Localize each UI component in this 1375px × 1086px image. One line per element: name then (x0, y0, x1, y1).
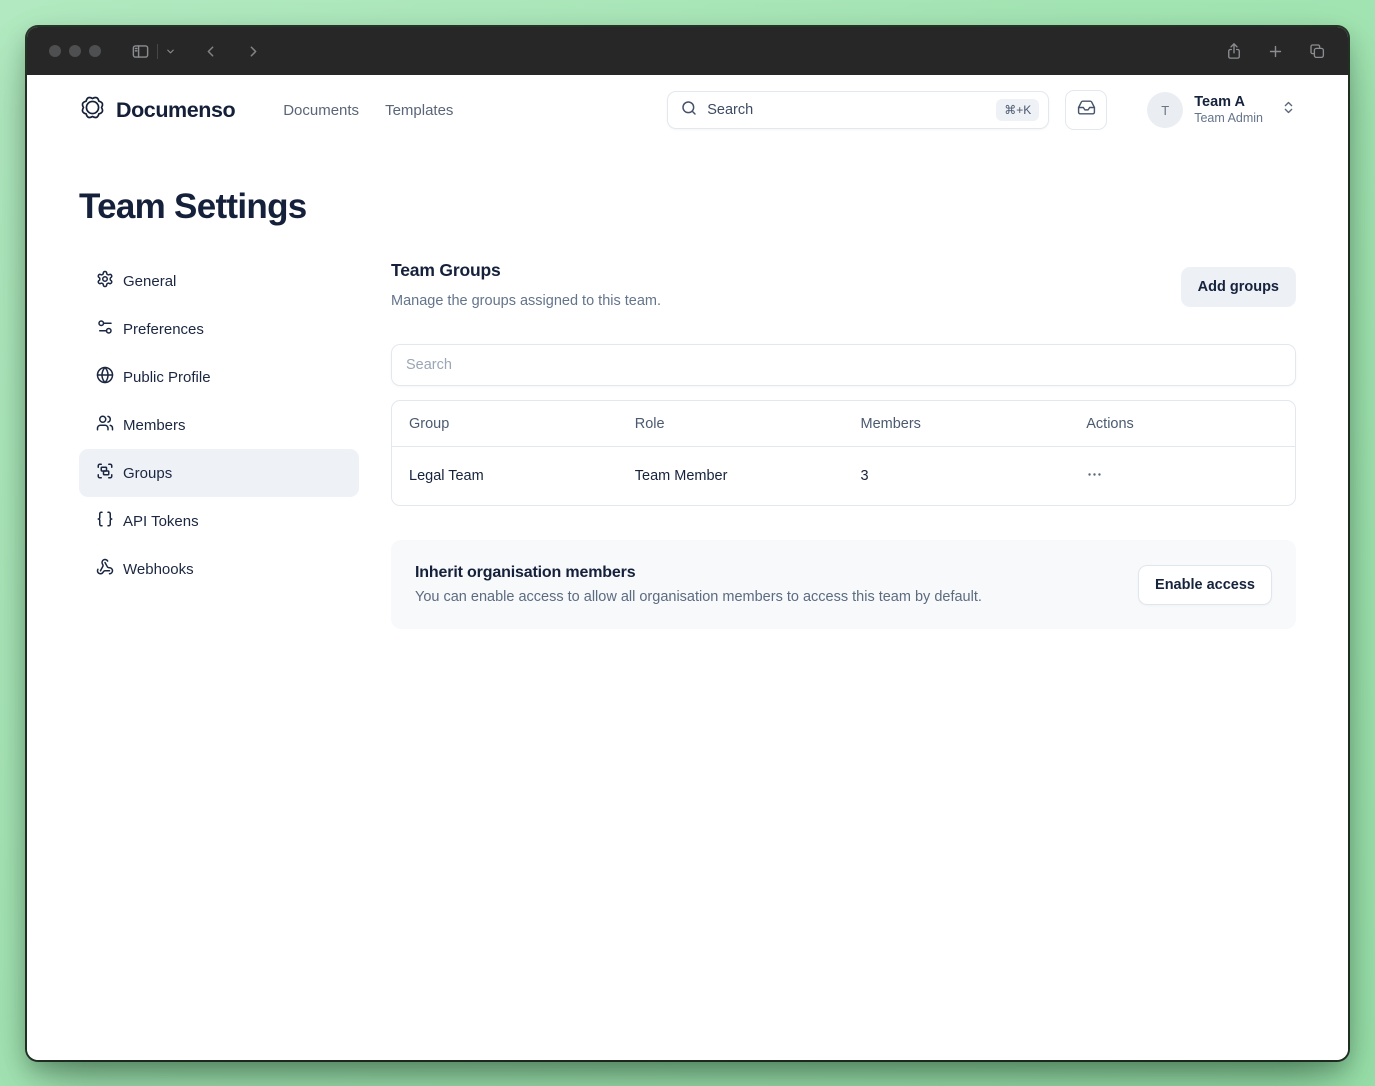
browser-window: Documenso Documents Templates Search ⌘+K… (27, 27, 1348, 1060)
braces-icon (96, 510, 114, 532)
sidebar-item-api-tokens[interactable]: API Tokens (79, 497, 359, 545)
sliders-icon (96, 318, 114, 340)
titlebar-left-tools (131, 42, 262, 61)
search-shortcut-badge: ⌘+K (996, 99, 1040, 121)
add-groups-button[interactable]: Add groups (1180, 267, 1296, 307)
row-actions-button[interactable] (1086, 466, 1278, 487)
sidebar-item-members[interactable]: Members (79, 401, 359, 449)
inherit-card-title: Inherit organisation members (415, 564, 636, 581)
brand-name: Documenso (116, 97, 236, 122)
groups-panel-header: Team Groups Manage the groups assigned t… (391, 257, 1296, 309)
documenso-rosette-icon (79, 94, 106, 126)
column-header-group: Group (409, 415, 450, 432)
account-role: Team Admin (1194, 111, 1263, 126)
chevrons-up-down-icon (1281, 100, 1296, 120)
sidebar-item-label: Webhooks (123, 560, 194, 578)
window-controls (49, 45, 101, 57)
groups-search-input[interactable] (391, 344, 1296, 386)
groups-table: Group Role Members Actions Legal Team Te… (391, 400, 1296, 506)
ellipsis-icon (1086, 466, 1103, 487)
chevron-down-icon[interactable] (165, 46, 176, 57)
share-icon[interactable] (1225, 42, 1243, 60)
inbox-icon (1077, 98, 1096, 122)
sidebar-item-label: Preferences (123, 320, 204, 338)
sidebar-item-preferences[interactable]: Preferences (79, 305, 359, 353)
page-title: Team Settings (79, 187, 307, 226)
sidebar-item-general[interactable]: General (79, 257, 359, 305)
cell-group: Legal Team (409, 468, 484, 484)
titlebar-right-tools (1225, 42, 1326, 60)
sidebar-item-public-profile[interactable]: Public Profile (79, 353, 359, 401)
sidebar-item-label: Members (123, 416, 186, 434)
account-menu[interactable]: T Team A Team Admin (1147, 92, 1296, 128)
avatar: T (1147, 92, 1184, 128)
search-icon (681, 100, 697, 121)
column-header-role: Role (634, 415, 665, 432)
global-search-label: Search (707, 102, 754, 118)
forward-icon[interactable] (245, 43, 262, 60)
inbox-button[interactable] (1065, 90, 1108, 130)
sidebar-item-label: Public Profile (123, 368, 211, 386)
inherit-card-description: You can enable access to allow all organ… (415, 589, 982, 605)
close-window-button[interactable] (49, 45, 61, 57)
column-header-actions: Actions (1086, 415, 1134, 432)
account-name: Team A (1194, 94, 1245, 111)
groups-panel: Team Groups Manage the groups assigned t… (391, 257, 1296, 629)
groups-table-header: Group Role Members Actions (392, 401, 1295, 447)
zoom-window-button[interactable] (89, 45, 101, 57)
enable-access-button[interactable]: Enable access (1138, 564, 1272, 605)
gear-icon (96, 270, 114, 292)
global-search[interactable]: Search ⌘+K (667, 91, 1050, 129)
browser-titlebar (27, 27, 1348, 75)
users-icon (96, 414, 114, 436)
inherit-members-text: Inherit organisation members You can ena… (415, 564, 982, 605)
settings-sidebar: General Preferences Public Profile Membe… (79, 257, 359, 593)
new-tab-icon[interactable] (1267, 43, 1284, 60)
webhook-icon (96, 558, 114, 580)
tab-overview-icon[interactable] (1308, 42, 1326, 60)
sidebar-item-label: General (123, 272, 177, 290)
inherit-members-card: Inherit organisation members You can ena… (391, 540, 1296, 629)
sidebar-item-label: Groups (123, 464, 173, 482)
group-icon (96, 462, 114, 484)
cell-role: Team Member (634, 468, 728, 484)
sidebar-item-groups[interactable]: Groups (79, 449, 359, 497)
nav-documents[interactable]: Documents (283, 102, 359, 119)
sidebar-item-label: API Tokens (123, 512, 199, 530)
account-info: Team A Team Admin (1194, 93, 1263, 127)
column-header-members: Members (860, 415, 921, 432)
cell-members: 3 (860, 468, 869, 484)
nav-templates[interactable]: Templates (385, 102, 453, 119)
section-subtitle: Manage the groups assigned to this team. (391, 293, 662, 309)
app-header: Documenso Documents Templates Search ⌘+K… (27, 75, 1348, 145)
titlebar-separator (157, 43, 158, 59)
sidebar-item-webhooks[interactable]: Webhooks (79, 545, 359, 593)
settings-layout: General Preferences Public Profile Membe… (27, 257, 1348, 629)
primary-nav: Documents Templates (283, 102, 453, 119)
section-title: Team Groups (391, 260, 501, 280)
app-content: Documenso Documents Templates Search ⌘+K… (27, 75, 1348, 1060)
brand-logo[interactable]: Documenso (79, 94, 236, 126)
globe-icon (96, 366, 114, 388)
minimize-window-button[interactable] (69, 45, 81, 57)
sidebar-toggle-icon[interactable] (131, 42, 150, 61)
back-icon[interactable] (202, 43, 219, 60)
groups-panel-titles: Team Groups Manage the groups assigned t… (391, 257, 661, 309)
table-row: Legal Team Team Member 3 (392, 447, 1295, 505)
